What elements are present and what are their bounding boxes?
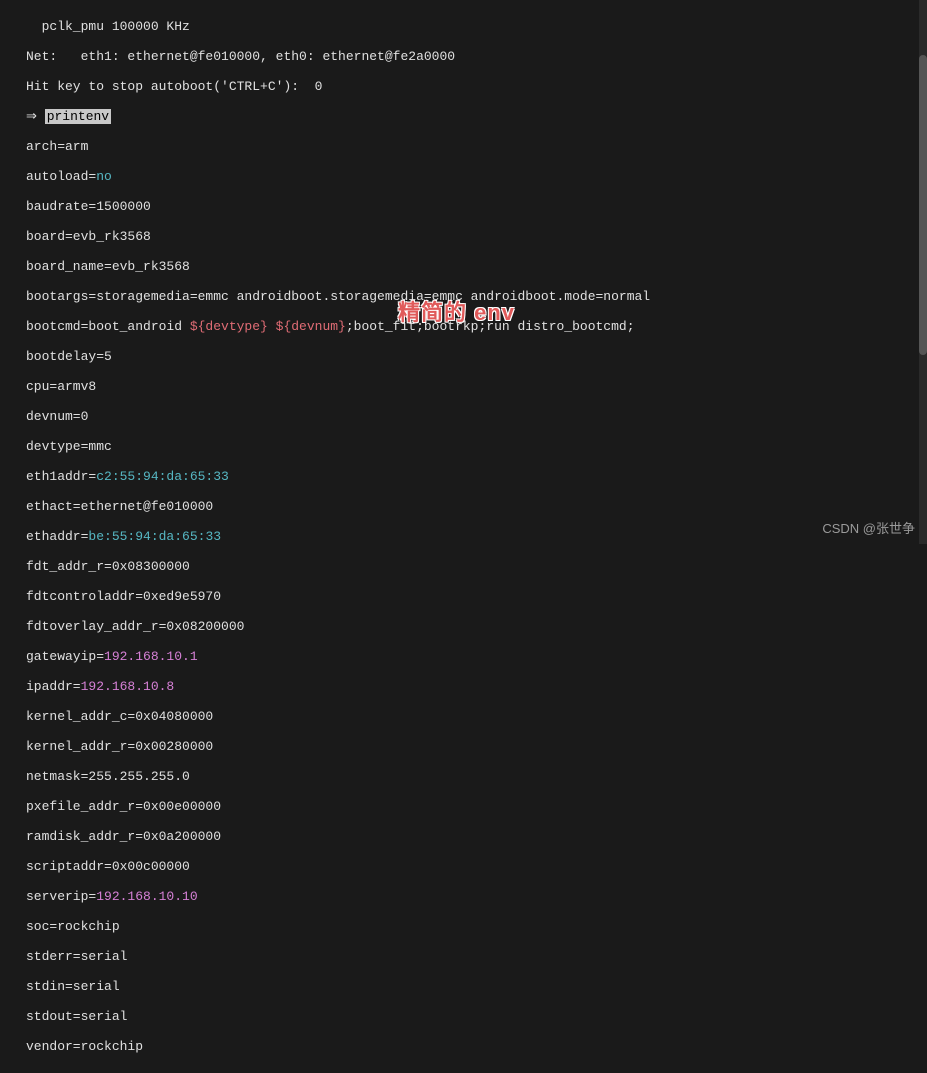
env-fdtcontroladdr: fdtcontroladdr=0xed9e5970 <box>26 589 927 604</box>
env-scriptaddr: scriptaddr=0x00c00000 <box>26 859 927 874</box>
env-soc: soc=rockchip <box>26 919 927 934</box>
line-prompt: ⇒ printenv <box>26 109 927 124</box>
env-devtype: devtype=mmc <box>26 439 927 454</box>
env-netmask: netmask=255.255.255.0 <box>26 769 927 784</box>
env-arch: arch=arm <box>26 139 927 154</box>
line-net: Net: eth1: ethernet@fe010000, eth0: ethe… <box>26 49 927 64</box>
env-cpu: cpu=armv8 <box>26 379 927 394</box>
env-pxefile-addr-r: pxefile_addr_r=0x00e00000 <box>26 799 927 814</box>
env-ethact: ethact=ethernet@fe010000 <box>26 499 927 514</box>
command-printenv: printenv <box>45 109 111 124</box>
watermark: CSDN @张世争 <box>822 521 915 536</box>
env-ramdisk-addr-r: ramdisk_addr_r=0x0a200000 <box>26 829 927 844</box>
env-fdtoverlay-addr-r: fdtoverlay_addr_r=0x08200000 <box>26 619 927 634</box>
env-board: board=evb_rk3568 <box>26 229 927 244</box>
line-autoboot: Hit key to stop autoboot('CTRL+C'): 0 <box>26 79 927 94</box>
scrollbar-thumb[interactable] <box>919 55 927 355</box>
env-ipaddr: ipaddr=192.168.10.8 <box>26 679 927 694</box>
env-serverip: serverip=192.168.10.10 <box>26 889 927 904</box>
env-board-name: board_name=evb_rk3568 <box>26 259 927 274</box>
env-bootdelay: bootdelay=5 <box>26 349 927 364</box>
env-vendor: vendor=rockchip <box>26 1039 927 1054</box>
env-kernel-addr-c: kernel_addr_c=0x04080000 <box>26 709 927 724</box>
env-stdout: stdout=serial <box>26 1009 927 1024</box>
env-gatewayip: gatewayip=192.168.10.1 <box>26 649 927 664</box>
terminal-output: pclk_pmu 100000 KHz Net: eth1: ethernet@… <box>0 0 927 1073</box>
env-eth1addr: eth1addr=c2:55:94:da:65:33 <box>26 469 927 484</box>
env-devnum: devnum=0 <box>26 409 927 424</box>
line-pclk: pclk_pmu 100000 KHz <box>26 19 927 34</box>
scrollbar-track[interactable] <box>919 0 927 544</box>
annotation-label: 精简的 env <box>398 305 515 320</box>
env-kernel-addr-r: kernel_addr_r=0x00280000 <box>26 739 927 754</box>
env-ethaddr: ethaddr=be:55:94:da:65:33 <box>26 529 927 544</box>
env-autoload: autoload=no <box>26 169 927 184</box>
env-baudrate: baudrate=1500000 <box>26 199 927 214</box>
env-stdin: stdin=serial <box>26 979 927 994</box>
env-fdt-addr-r: fdt_addr_r=0x08300000 <box>26 559 927 574</box>
prompt-arrow: ⇒ <box>26 109 45 124</box>
env-stderr: stderr=serial <box>26 949 927 964</box>
